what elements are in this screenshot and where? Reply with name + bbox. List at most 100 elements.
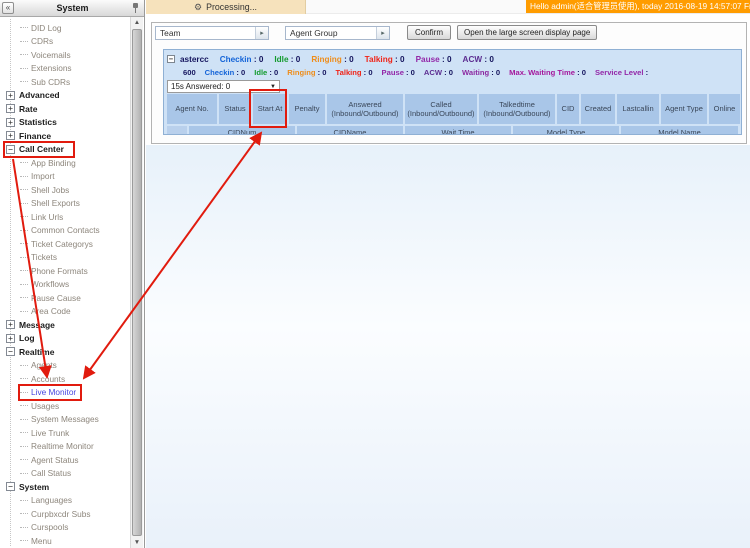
sidebar-item-label: CDRs (31, 36, 53, 46)
sidebar-item-agents[interactable]: Agents (0, 359, 131, 373)
stat-separator: : (404, 68, 411, 77)
collapse-toggle-icon[interactable]: − (6, 145, 15, 154)
content-area: Team ▸ Agent Group ▸ Confirm Open the la… (146, 14, 750, 548)
sidebar-item-phone-formats[interactable]: Phone Formats (0, 264, 131, 278)
column-header-label: Online (714, 104, 736, 113)
confirm-button[interactable]: Confirm (407, 25, 451, 40)
column-header-label: Created (585, 104, 612, 113)
sidebar-item-area-code[interactable]: Area Code (0, 305, 131, 319)
sidebar-item-curpbxcdr-subs[interactable]: Curpbxcdr Subs (0, 507, 131, 521)
sidebar-item-link-urls[interactable]: Link Urls (0, 210, 131, 224)
sidebar-item-live-trunk[interactable]: Live Trunk (0, 426, 131, 440)
tree-connector (20, 230, 28, 231)
tree-connector (20, 513, 28, 514)
sidebar-item-import[interactable]: Import (0, 170, 131, 184)
sidebar-collapse-icon[interactable]: « (2, 2, 14, 14)
sidebar-item-system-messages[interactable]: System Messages (0, 413, 131, 427)
stat-label: ACW (424, 68, 442, 77)
sidebar-item-languages[interactable]: Languages (0, 494, 131, 508)
sidebar-item-agent-status[interactable]: Agent Status (0, 453, 131, 467)
stat-label: Pause (416, 55, 440, 64)
sidebar-item-menu[interactable]: Menu (0, 534, 131, 548)
sidebar-item-call-center[interactable]: −Call Center (0, 143, 131, 157)
column-header-label: Wait Time (441, 128, 474, 135)
team-select[interactable]: Team ▸ (155, 26, 269, 40)
sidebar-item-app-binding[interactable]: App Binding (0, 156, 131, 170)
collapse-group-icon[interactable]: − (167, 55, 175, 63)
scroll-up-icon[interactable]: ▲ (131, 17, 143, 28)
stat-label: Idle (254, 68, 267, 77)
sidebar-item-call-status[interactable]: Call Status (0, 467, 131, 481)
sidebar-item-pause-cause[interactable]: Pause Cause (0, 291, 131, 305)
stat-value: 0 (259, 55, 264, 64)
sidebar-scrollbar[interactable]: ▲ ▼ (130, 17, 143, 548)
sidebar-item-shell-jobs[interactable]: Shell Jobs (0, 183, 131, 197)
stat-separator: : (342, 55, 349, 64)
sidebar-item-finance[interactable]: +Finance (0, 129, 131, 143)
collapse-toggle-icon[interactable]: − (6, 482, 15, 491)
stat-checkin: Checkin : 0 (205, 68, 246, 77)
sidebar-item-realtime[interactable]: −Realtime (0, 345, 131, 359)
sidebar-item-did-log[interactable]: DID Log (0, 21, 131, 35)
scroll-down-icon[interactable]: ▼ (131, 537, 143, 548)
stat-pause: Pause : 0 (416, 55, 452, 64)
expand-toggle-icon[interactable]: + (6, 320, 15, 329)
expand-toggle-icon[interactable]: + (6, 131, 15, 140)
stat-label: Ringing (287, 68, 315, 77)
stat-value: 0 (322, 68, 326, 77)
sidebar-item-label: Usages (31, 401, 59, 411)
stat-label: Talking (365, 55, 393, 64)
sidebar-item-extensions[interactable]: Extensions (0, 62, 131, 76)
tab-processing[interactable]: ⚙ Processing... (146, 0, 306, 14)
column-header-label: Model Name (658, 128, 701, 135)
sidebar-item-workflows[interactable]: Workflows (0, 278, 131, 292)
sidebar-item-rate[interactable]: +Rate (0, 102, 131, 116)
tree-connector (20, 27, 28, 28)
sidebar-item-statistics[interactable]: + Statistics (0, 116, 131, 130)
sidebar-item-shell-exports[interactable]: Shell Exports (0, 197, 131, 211)
stat-label: ACW (463, 55, 483, 64)
tree-connector (20, 405, 28, 406)
sidebar-item-system[interactable]: −System (0, 480, 131, 494)
tree-connector (20, 216, 28, 217)
sidebar-item-common-contacts[interactable]: Common Contacts (0, 224, 131, 238)
sidebar-item-tickets[interactable]: Tickets (0, 251, 131, 265)
stat-value: 0 (447, 55, 452, 64)
sidebar-item-label: Menu (31, 536, 52, 546)
sidebar-item-log[interactable]: +Log (0, 332, 131, 346)
column-header-spacer (167, 126, 187, 135)
sidebar-item-label: Shell Jobs (31, 185, 69, 195)
sidebar-item-advanced[interactable]: +Advanced (0, 89, 131, 103)
stat-talking: Talking : 0 (336, 68, 373, 77)
column-header-label: Agent Type (665, 104, 703, 113)
sidebar-item-label: Statistics (19, 117, 57, 127)
sidebar-item-accounts[interactable]: Accounts (0, 372, 131, 386)
sidebar-item-sub-cdrs[interactable]: Sub CDRs (0, 75, 131, 89)
sidebar-item-message[interactable]: + Message (0, 318, 131, 332)
agent-group-select[interactable]: Agent Group ▸ (285, 26, 390, 40)
column-header-model-name: Model Name (621, 126, 738, 135)
column-header-lastcallin: Lastcallin (617, 94, 659, 124)
sidebar-item-curspools[interactable]: Curspools (0, 521, 131, 535)
sidebar-item-voicemails[interactable]: Voicemails (0, 48, 131, 62)
tab-processing-label: Processing... (206, 2, 257, 12)
expand-toggle-icon[interactable]: + (6, 334, 15, 343)
sidebar-item-label: Agent Status (31, 455, 79, 465)
sidebar-item-realtime-monitor[interactable]: Realtime Monitor (0, 440, 131, 454)
sidebar-item-live-monitor[interactable]: Live Monitor (0, 386, 131, 400)
open-large-screen-button[interactable]: Open the large screen display page (457, 25, 597, 40)
pin-icon[interactable] (131, 2, 140, 14)
expand-toggle-icon[interactable]: + (6, 104, 15, 113)
sidebar-item-label: Message (19, 320, 55, 330)
scrollbar-thumb[interactable] (132, 29, 142, 536)
dropdown-arrow-icon[interactable]: ▸ (255, 27, 268, 39)
dropdown-arrow-icon[interactable]: ▸ (376, 27, 389, 39)
expand-toggle-icon[interactable]: + (6, 91, 15, 100)
sidebar-item-ticket-categorys[interactable]: Ticket Categorys (0, 237, 131, 251)
collapse-toggle-icon[interactable]: − (6, 347, 15, 356)
expand-toggle-icon[interactable]: + (6, 118, 15, 127)
column-header-talkedtime: Talkedtime(Inbound/Outbound) (479, 94, 555, 124)
sidebar-item-cdrs[interactable]: CDRs (0, 35, 131, 49)
answered-select[interactable]: 15s Answered: 0 ▼ (167, 80, 280, 93)
sidebar-item-usages[interactable]: Usages (0, 399, 131, 413)
